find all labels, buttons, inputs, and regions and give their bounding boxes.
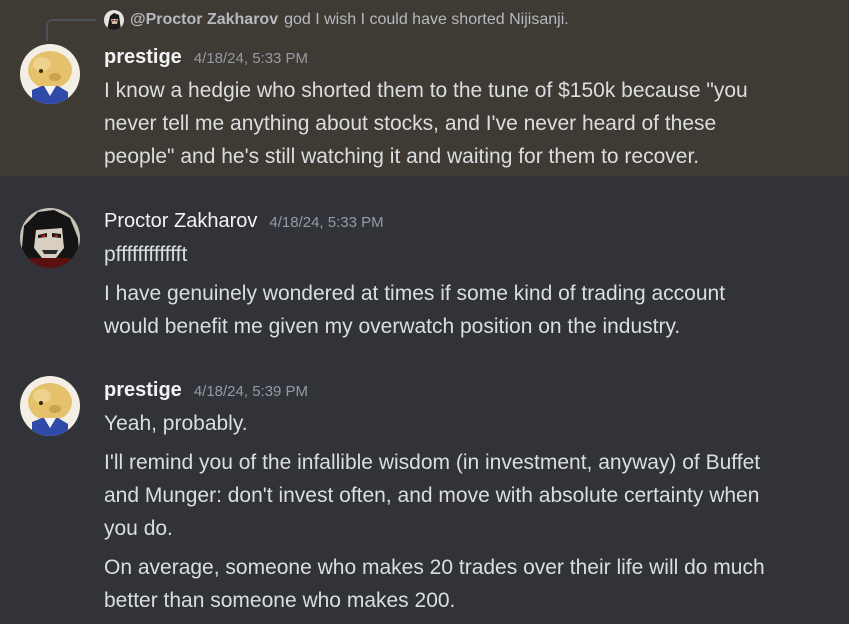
username[interactable]: prestige [104, 46, 182, 69]
username[interactable]: Proctor Zakharov [104, 210, 257, 233]
chat-messages: @Proctor Zakharov god I wish I could hav… [0, 0, 849, 624]
message-header: prestige 4/18/24, 5:33 PM [104, 46, 308, 69]
message-group-reply: @Proctor Zakharov god I wish I could hav… [0, 0, 849, 176]
timestamp[interactable]: 4/18/24, 5:33 PM [194, 50, 308, 67]
avatar-proctor-zakharov[interactable] [20, 208, 80, 268]
message-text: pfffffffffffft [104, 243, 188, 266]
reply-preview-text[interactable]: god I wish I could have shorted Nijisanj… [284, 11, 569, 29]
message-text: I'll remind you of the infallible wisdom… [104, 451, 761, 474]
username[interactable]: prestige [104, 379, 182, 402]
message-text: I have genuinely wondered at times if so… [104, 282, 726, 305]
message-text: On average, someone who makes 20 trades … [104, 556, 765, 579]
reply-connector [46, 19, 96, 41]
timestamp[interactable]: 4/18/24, 5:39 PM [194, 383, 308, 400]
message-text: and Munger: don't invest often, and move… [104, 484, 760, 507]
timestamp[interactable]: 4/18/24, 5:33 PM [269, 214, 383, 231]
avatar-prestige[interactable] [20, 376, 80, 436]
message-text: never tell me anything about stocks, and… [104, 112, 717, 135]
message-text: Yeah, probably. [104, 412, 248, 435]
message-text: you do. [104, 517, 173, 540]
message-header: prestige 4/18/24, 5:39 PM [104, 379, 308, 402]
message-text: I know a hedgie who shorted them to the … [104, 79, 748, 102]
reply-mention[interactable]: @Proctor Zakharov [130, 11, 278, 29]
message-header: Proctor Zakharov 4/18/24, 5:33 PM [104, 210, 384, 233]
message-text: better than someone who makes 200. [104, 589, 456, 612]
reply-avatar[interactable] [104, 10, 124, 30]
message-text: would benefit me given my overwatch posi… [104, 315, 681, 338]
message-text: people" and he's still watching it and w… [104, 145, 700, 168]
reply-reference[interactable]: @Proctor Zakharov god I wish I could hav… [104, 9, 569, 31]
avatar-prestige[interactable] [20, 44, 80, 104]
